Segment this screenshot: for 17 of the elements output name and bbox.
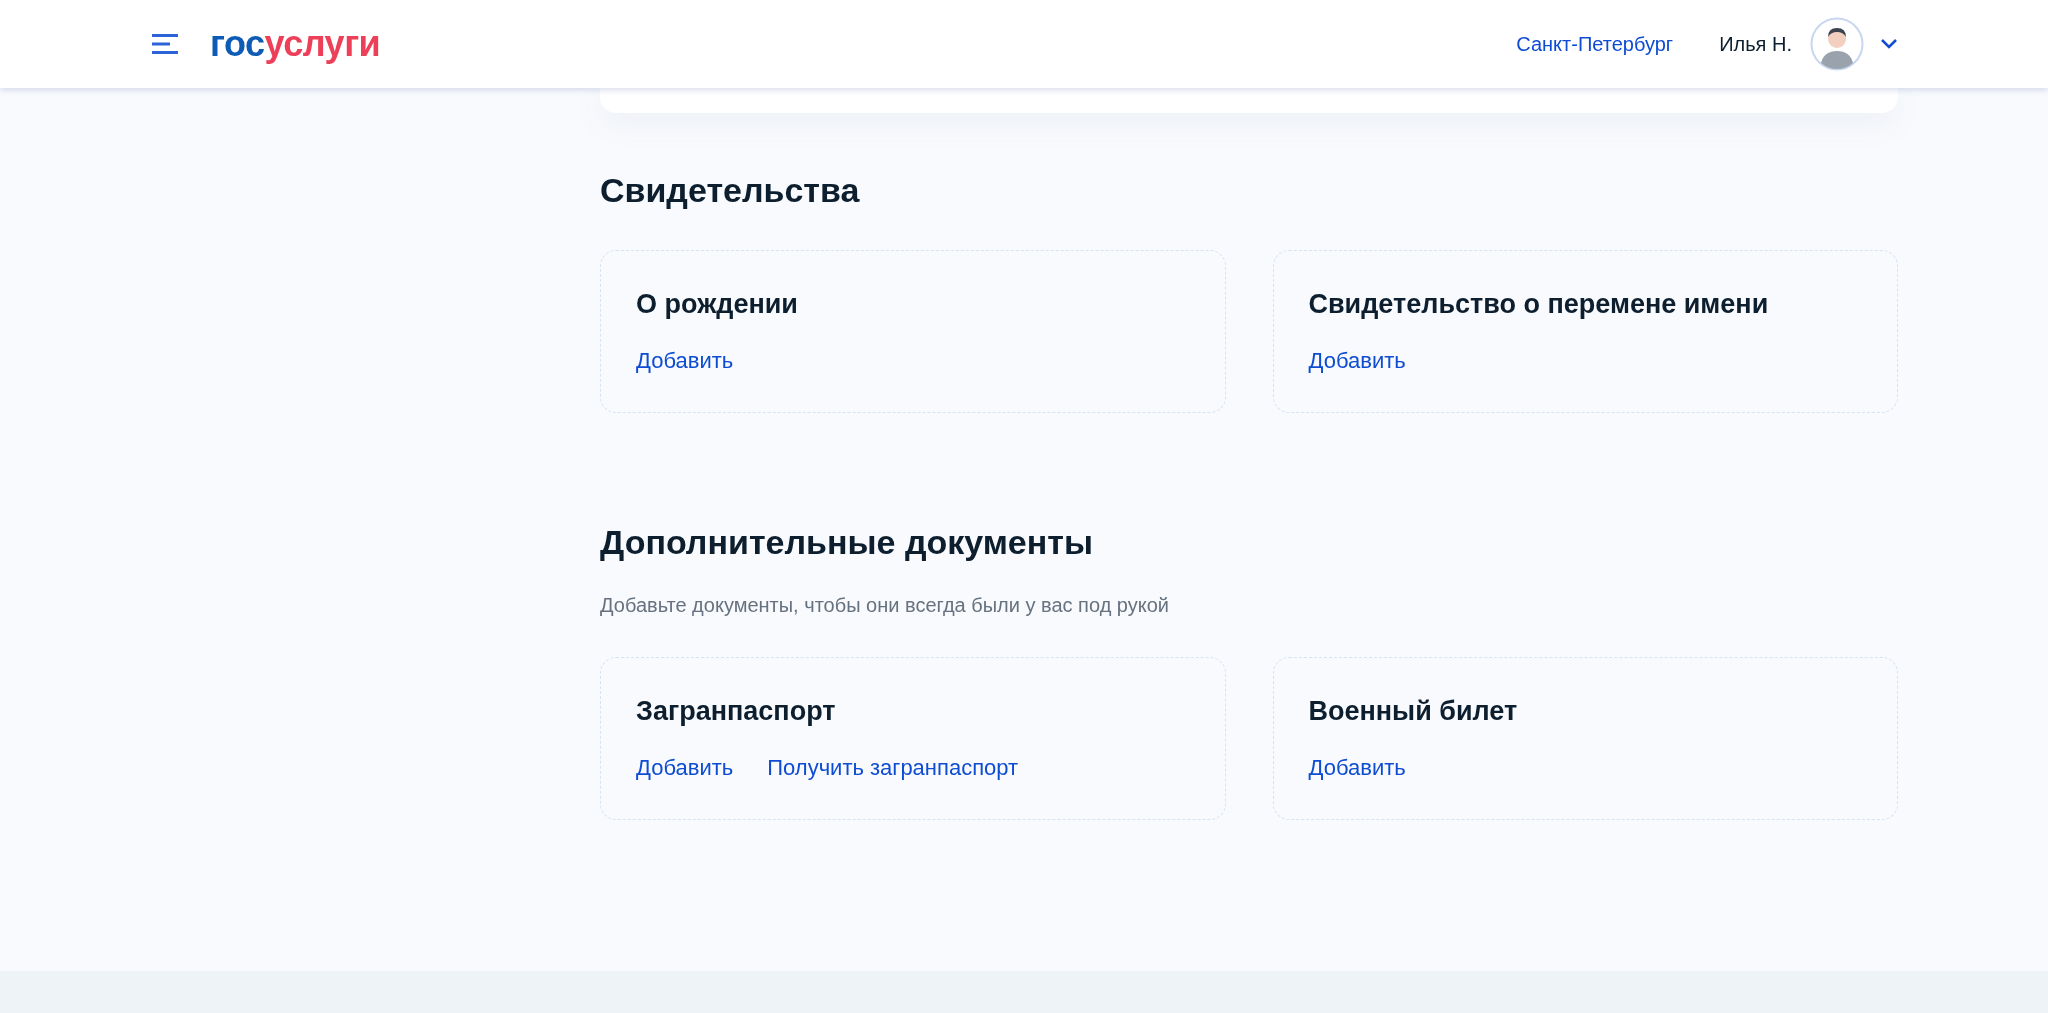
card-link[interactable]: Добавить [636,755,734,781]
card-link[interactable]: Добавить [1308,348,1406,374]
card-link[interactable]: Добавить [1308,755,1406,781]
user-name: Илья Н. [1719,32,1792,56]
card-title: Загранпаспорт [636,696,837,727]
card-title: О рождении [636,289,799,320]
section-subtitle: Добавьте документы, чтобы они всегда были у вас под рукой [600,594,1171,617]
section-title: Свидетельства [600,171,861,210]
logo[interactable]: госуслуги [210,26,381,62]
avatar-icon[interactable] [1810,17,1864,71]
card-link[interactable]: Добавить [636,348,734,374]
card-title: Свидетельство о перемене имени [1308,289,1770,320]
chevron-down-icon[interactable] [1880,38,1898,50]
city-link[interactable]: Санкт-Петербург [1516,32,1674,56]
card-link[interactable]: Получить загранпаспорт [767,755,1019,781]
section-title: Дополнительные документы [600,523,1094,562]
card-title: Военный билет [1308,696,1519,727]
